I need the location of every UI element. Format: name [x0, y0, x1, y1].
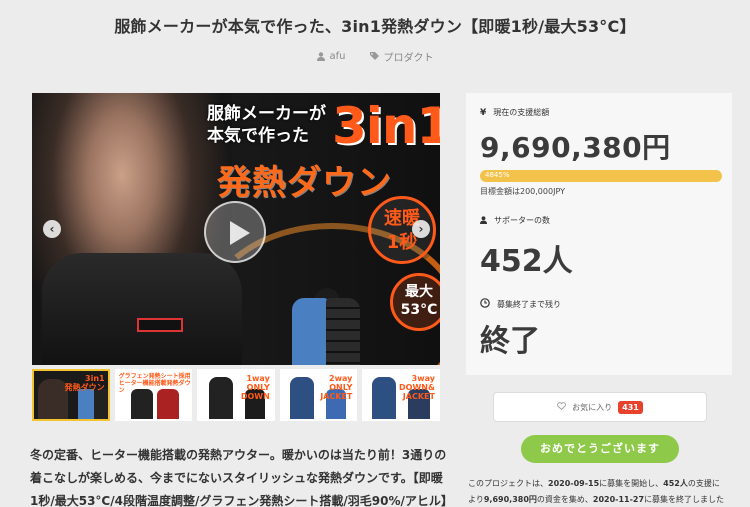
congratulations-button[interactable]: おめでとうございます [521, 435, 679, 463]
funding-value: 9,690,380円 [480, 131, 671, 164]
hero-video[interactable]: 服飾メーカーが 本気で作った 3in1 発熱ダウン 速暖 1秒 最大 53°C ‹ … [32, 93, 440, 365]
clock-icon [480, 298, 490, 310]
user-icon [316, 52, 325, 61]
supporters-stat: サポーターの数 452人 [480, 215, 720, 280]
remaining-stat: 募集終了まで残り 終了 [480, 298, 720, 360]
author-name: afu [329, 51, 346, 62]
user-icon [480, 215, 487, 226]
thumbnail-4[interactable]: 2way ONLY JACKET [279, 369, 358, 421]
funding-stat: ¥ 現在の支援総額 9,690,380円 4845% 目標金額は200,000J… [480, 107, 722, 197]
thumbnail-2[interactable]: グラフェン発熱シート採用 ヒーター機能搭載発熱ダウン [114, 369, 193, 421]
chevron-right-icon[interactable]: › [412, 220, 430, 238]
supporters-value: 452人 [480, 244, 573, 279]
remaining-label: 募集終了まで残り [497, 299, 561, 309]
thumbnail-1[interactable]: 3in1 発熱ダウン [32, 369, 110, 421]
progress-text: 4845% [485, 171, 510, 179]
heater-switch-image [137, 318, 183, 332]
funding-panel: ¥ 現在の支援総額 9,690,380円 4845% 目標金額は200,000J… [466, 93, 732, 375]
max-temp-badge: 最大 53°C [390, 273, 440, 331]
remaining-value: 終了 [480, 324, 540, 359]
hero-3in1: 3in1 [332, 97, 440, 155]
thumbnail-strip: 3in1 発熱ダウン グラフェン発熱シート採用 ヒーター機能搭載発熱ダウン 1w… [32, 369, 440, 421]
funding-label: 現在の支援総額 [493, 108, 550, 117]
favorite-count: 431 [618, 400, 643, 414]
hero-headline: 服飾メーカーが 本気で作った [207, 104, 326, 146]
heart-icon [557, 402, 566, 412]
play-icon[interactable] [204, 201, 266, 263]
progress-bar: 4845% [480, 170, 722, 182]
supporters-label: サポーターの数 [494, 216, 550, 225]
favorite-label: お気に入り [572, 402, 613, 412]
author-link[interactable]: afu [316, 49, 346, 64]
category-name: プロダクト [383, 53, 434, 64]
project-title: 服飾メーカーが本気で作った、3in1発熱ダウン【即暖1秒/最大53°C】 [114, 17, 636, 36]
project-description: 冬の定番、ヒーター機能搭載の発熱アウター。暖かいのは当たり前！3通りの着こなしが… [30, 448, 453, 507]
chevron-left-icon[interactable]: ‹ [43, 220, 61, 238]
tag-icon [369, 52, 379, 61]
category-link[interactable]: プロダクト [369, 49, 434, 64]
thumbnail-3[interactable]: 1way ONLY DOWN [197, 369, 275, 421]
thumbnail-5[interactable]: 3way DOWN& JACKET [362, 369, 440, 421]
goal-text: 目標金額は200,000JPY [480, 187, 565, 196]
favorite-button[interactable]: お気に入り 431 [493, 392, 707, 422]
product-jacket-image [292, 288, 362, 365]
project-summary: このプロジェクトは、2020-09-15に募集を開始し、452人の支援に より9… [468, 479, 725, 504]
hero-subtitle: 発熱ダウン [217, 163, 392, 203]
project-meta: afu プロダクト [0, 49, 750, 64]
yen-icon: ¥ [480, 107, 487, 118]
